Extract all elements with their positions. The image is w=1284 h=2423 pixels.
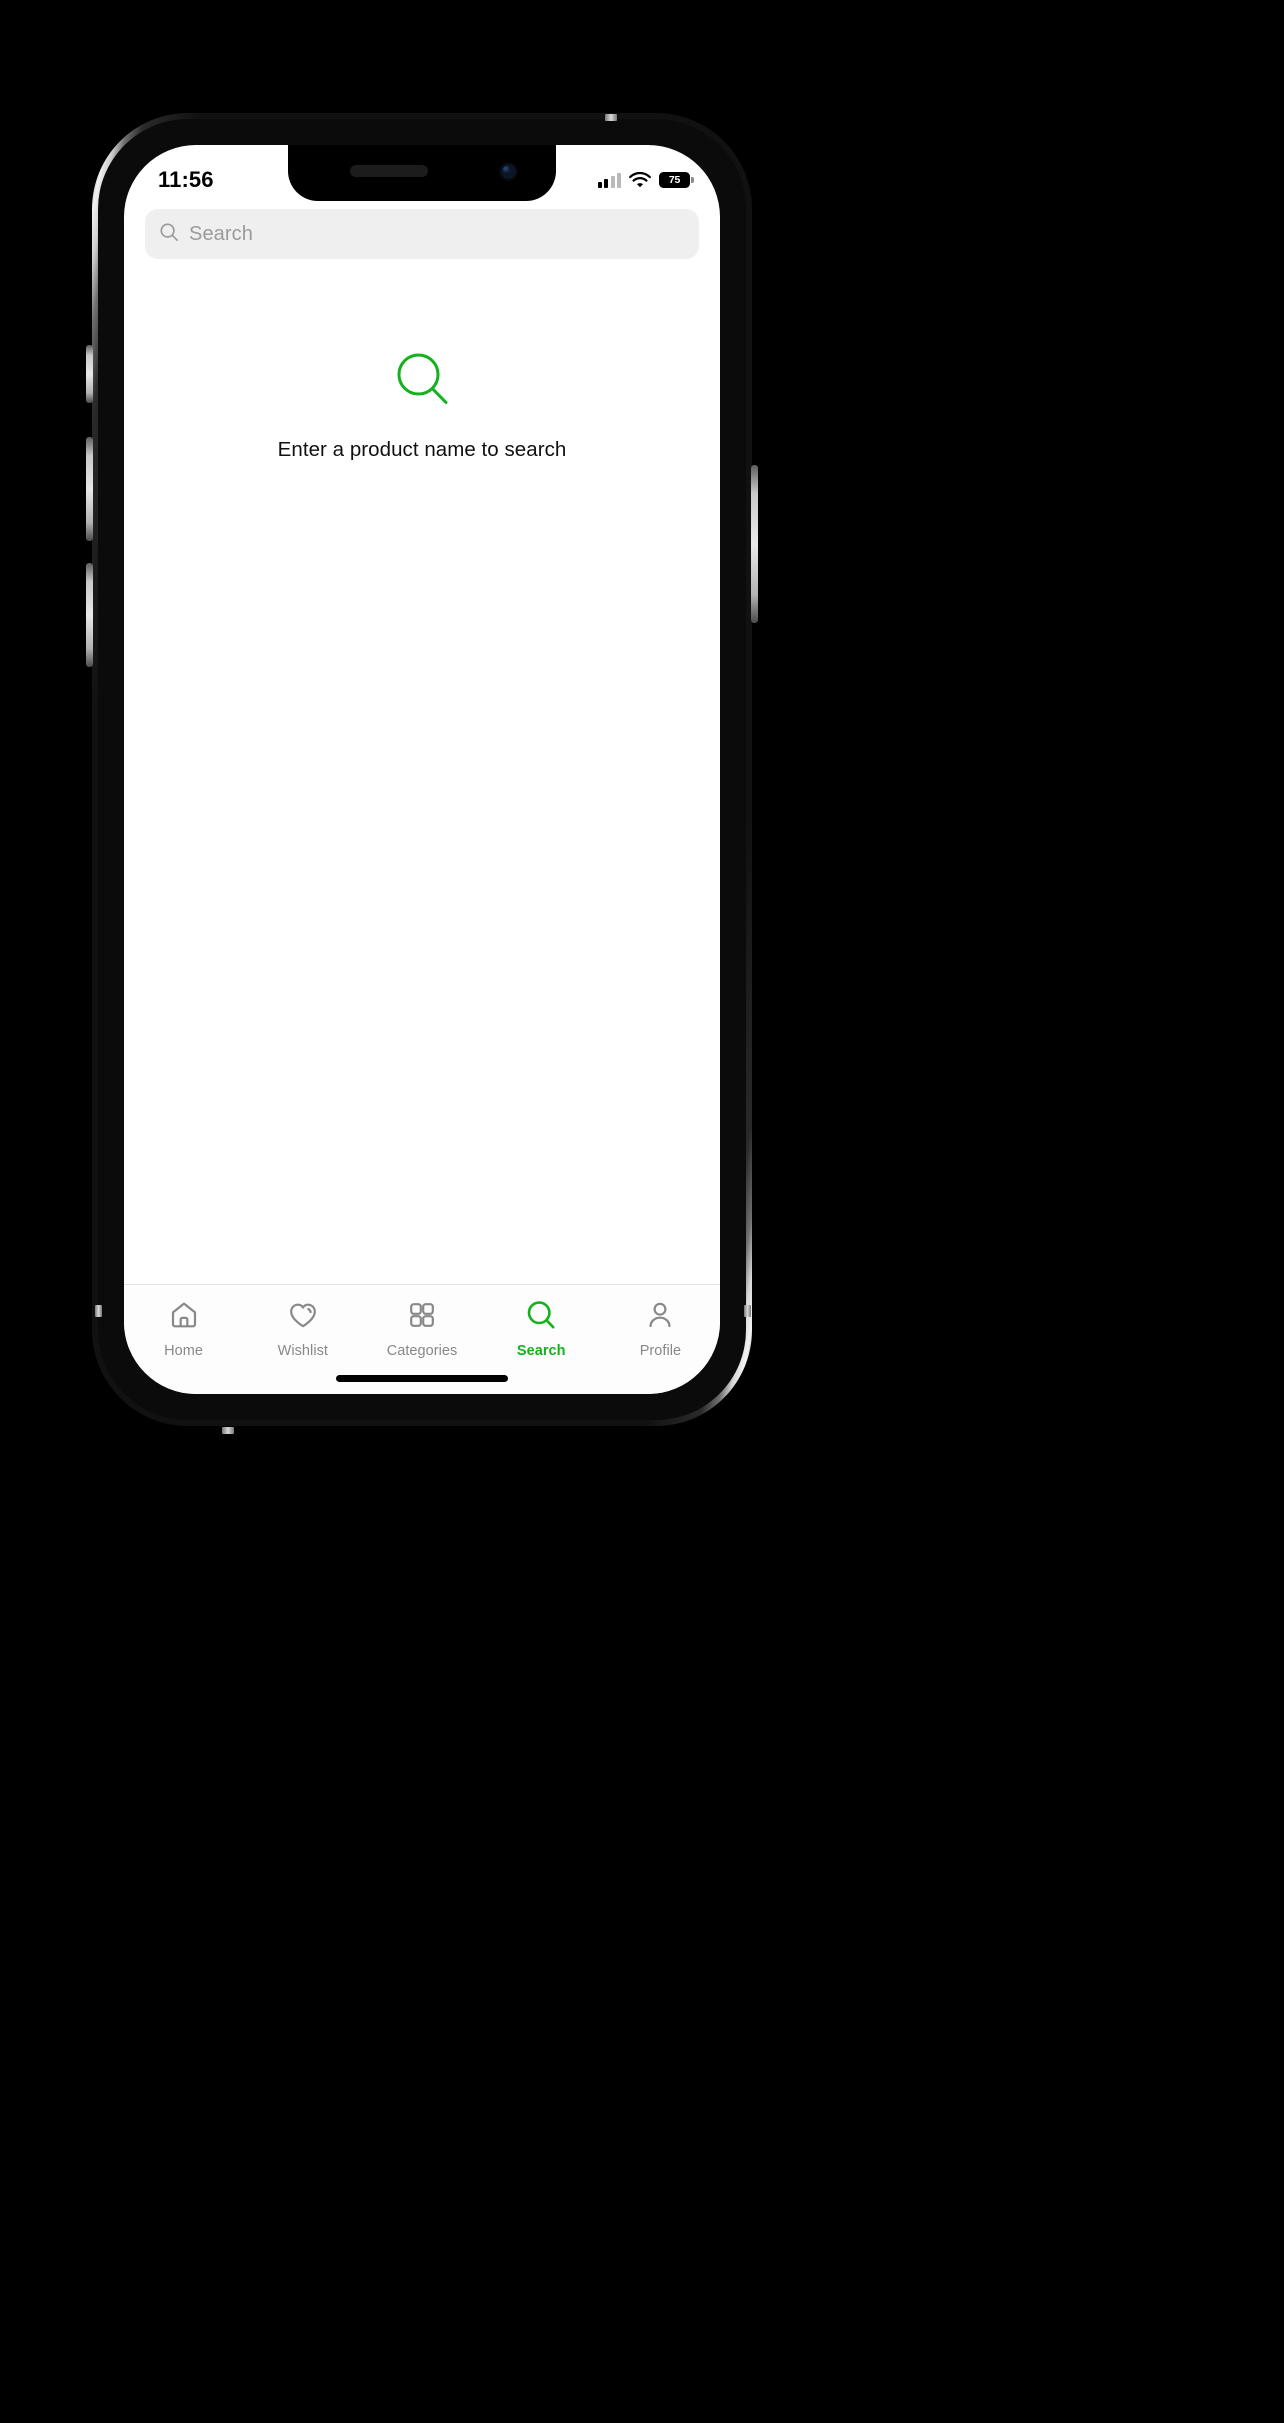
tab-home[interactable]: Home [124, 1299, 243, 1359]
empty-state-message: Enter a product name to search [277, 438, 567, 461]
search-icon [393, 350, 451, 413]
heart-icon [287, 1299, 319, 1336]
search-bar-container: Search [124, 209, 720, 259]
grid-icon [406, 1299, 438, 1336]
tab-wishlist[interactable]: Wishlist [243, 1299, 362, 1359]
search-input[interactable]: Search [145, 209, 699, 259]
volume-up-button[interactable] [86, 437, 93, 541]
home-icon [168, 1299, 200, 1336]
search-placeholder-text: Search [189, 222, 253, 245]
phone-screen: 11:56 75 Search Enter a product name to … [124, 145, 720, 1394]
tab-categories-label: Categories [386, 1343, 458, 1359]
tab-search-label: Search [516, 1343, 566, 1359]
antenna-band-bottom-right [744, 1305, 751, 1317]
tab-search[interactable]: Search [482, 1299, 601, 1359]
antenna-band-bottom-edge [222, 1427, 234, 1434]
antenna-band-top-left [605, 114, 617, 121]
battery-level-label: 75 [668, 174, 681, 186]
device-notch [288, 145, 556, 201]
cellular-signal-icon [597, 172, 621, 188]
screenshot-root: 11:56 75 Search Enter a product name to … [0, 0, 1284, 2423]
tab-wishlist-label: Wishlist [277, 1343, 328, 1359]
status-bar-indicators: 75 [597, 171, 694, 188]
mute-switch-button[interactable] [86, 345, 93, 403]
volume-down-button[interactable] [86, 563, 93, 667]
tab-categories[interactable]: Categories [362, 1299, 481, 1359]
antenna-band-bottom-left [95, 1305, 102, 1317]
tab-home-label: Home [164, 1343, 204, 1359]
empty-state: Enter a product name to search [124, 350, 720, 462]
front-camera-icon [499, 162, 518, 181]
home-indicator[interactable] [336, 1375, 508, 1382]
search-icon [159, 222, 179, 247]
search-icon [525, 1299, 557, 1336]
wifi-icon [629, 171, 651, 188]
person-icon [644, 1299, 676, 1336]
battery-icon: 75 [659, 172, 694, 188]
status-bar-time: 11:56 [158, 167, 214, 192]
tab-profile[interactable]: Profile [601, 1299, 720, 1359]
power-button[interactable] [751, 465, 758, 623]
battery-tip-icon [691, 177, 694, 183]
earpiece-speaker-icon [350, 165, 428, 177]
tab-profile-label: Profile [639, 1343, 682, 1359]
